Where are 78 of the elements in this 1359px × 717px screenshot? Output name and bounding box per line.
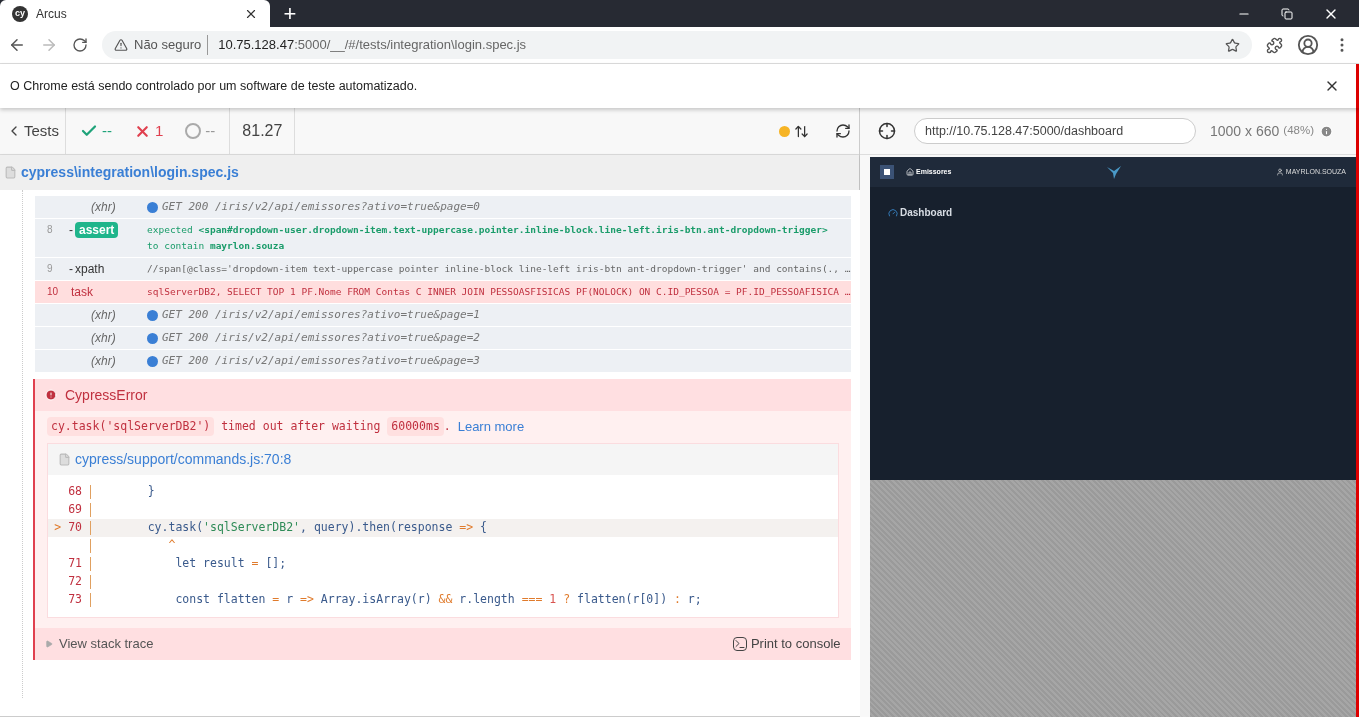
extensions-icon[interactable] bbox=[1266, 36, 1283, 54]
command-name: (xhr) bbox=[90, 199, 116, 215]
command-name: (xhr) bbox=[90, 307, 116, 323]
failed-count: 1 bbox=[134, 119, 164, 143]
page-title: Dashboard bbox=[900, 206, 953, 220]
spec-path[interactable]: cypress\integration\login.spec.js bbox=[21, 162, 239, 183]
line-number: 72 bbox=[67, 572, 83, 590]
code-line: } bbox=[146, 482, 155, 500]
learn-more-link[interactable]: Learn more bbox=[457, 417, 525, 437]
line-number: 9 bbox=[46, 262, 54, 276]
command-name: (xhr) bbox=[90, 330, 116, 346]
passed-count: -- bbox=[80, 119, 112, 143]
viewport-size: 1000 x 660 bbox=[1210, 121, 1280, 141]
inline-code: 60000ms bbox=[387, 417, 444, 437]
dashboard-icon bbox=[888, 207, 898, 218]
error-text: . bbox=[443, 418, 452, 436]
info-icon[interactable] bbox=[1320, 124, 1333, 138]
new-tab-button[interactable]: + bbox=[270, 0, 310, 27]
code-line: ^ bbox=[167, 536, 176, 554]
caret-icon bbox=[45, 639, 53, 648]
command-prefix: - bbox=[69, 261, 73, 277]
file-icon bbox=[4, 166, 17, 179]
pending-count: -- bbox=[185, 119, 216, 143]
bookmark-star-icon[interactable] bbox=[1225, 37, 1240, 53]
terminal-icon bbox=[732, 636, 747, 651]
security-label: Não seguro bbox=[134, 35, 209, 55]
print-to-console-button[interactable]: Print to console bbox=[732, 633, 841, 654]
selector-playground-icon[interactable] bbox=[878, 122, 896, 140]
app-menu-icon[interactable] bbox=[880, 165, 894, 179]
command-name: task bbox=[71, 284, 93, 300]
line-number: 68 bbox=[67, 482, 83, 500]
browser-tab[interactable]: cy Arcus bbox=[0, 0, 270, 27]
code-line: let result = []; bbox=[174, 554, 287, 572]
restore-icon[interactable] bbox=[1281, 7, 1293, 20]
aut-url-field: http://10.75.128.47:5000/dashboard bbox=[914, 118, 1196, 144]
file-icon bbox=[58, 452, 71, 466]
command-message: sqlServerDB2, SELECT TOP 1 PF.Nome FROM Contas C INNER JOIN PESSOASFISICAS PF(NOLOCK) ON C.ID_PESSOA = PF.ID_PESSOAFISICA … bbox=[147, 285, 851, 299]
error-icon bbox=[45, 389, 57, 401]
command-message: //span[@class='dropdown-item text-uppercase pointer inline-block line-left iris-btn ant-dropdown-trigger' and contains(., … bbox=[147, 262, 851, 276]
line-number: > 70 bbox=[53, 518, 83, 536]
tab-title: Arcus bbox=[36, 5, 68, 23]
reload-icon[interactable] bbox=[72, 37, 88, 53]
error-text: timed out after waiting bbox=[220, 418, 382, 436]
home-icon bbox=[906, 168, 914, 176]
duration: 81.27 bbox=[230, 108, 296, 154]
auto-scroll-icon[interactable] bbox=[794, 123, 809, 139]
code-line: cy.task('sqlServerDB2', query).then(response => { bbox=[146, 518, 487, 536]
infobar-message: O Chrome está sendo controlado por um software de teste automatizado. bbox=[10, 77, 418, 95]
line-number: 10 bbox=[46, 285, 60, 299]
url-text: 10.75.128.47:5000/__/#/tests/integration\login.spec.js bbox=[217, 36, 527, 55]
profile-icon[interactable] bbox=[1297, 34, 1319, 56]
command-message: to contain mayrlon.souza bbox=[147, 239, 285, 253]
tests-back-button[interactable]: Tests bbox=[0, 108, 66, 154]
command-name: xpath bbox=[75, 261, 105, 277]
inline-code: cy.task('sqlServerDB2') bbox=[47, 417, 215, 437]
user-icon bbox=[1275, 168, 1284, 176]
viewport-scale: (48%) bbox=[1283, 123, 1314, 139]
command-prefix: - bbox=[69, 222, 73, 238]
command-message: GET 200 /iris/v2/api/emissores?ativo=true&page=1 bbox=[162, 307, 480, 323]
command-name: (xhr) bbox=[90, 353, 116, 369]
line-number: 73 bbox=[67, 590, 83, 608]
command-message: GET 200 /iris/v2/api/emissores?ativo=true&page=3 bbox=[162, 353, 480, 369]
line-number: 8 bbox=[46, 223, 54, 237]
line-number: 71 bbox=[67, 554, 83, 572]
line-number: 69 bbox=[67, 500, 83, 518]
tab-logo: cy bbox=[12, 5, 28, 22]
command-message: expected <span#dropdown-user.dropdown-item.text-uppercase.pointer.inline-block.line-left.iris-btn.ant-dropdown-trigger> bbox=[147, 223, 828, 237]
error-title: CypressError bbox=[65, 385, 148, 405]
command-message: GET 200 /iris/v2/api/emissores?ativo=true&page=2 bbox=[162, 330, 480, 346]
warning-icon bbox=[114, 38, 128, 52]
rerun-icon[interactable] bbox=[835, 123, 851, 139]
command-name: assert bbox=[75, 222, 119, 238]
code-line: const flatten = r => Array.isArray(r) && r.length === 1 ? flatten(r[0]) : r; bbox=[174, 590, 702, 608]
back-icon[interactable] bbox=[8, 36, 26, 54]
view-stack-trace-toggle[interactable]: View stack trace bbox=[45, 633, 154, 654]
command-message: GET 200 /iris/v2/api/emissores?ativo=true&page=0 bbox=[162, 199, 480, 215]
address-bar[interactable]: Não seguro 10.75.128.47:5000/__/#/tests/integration\login.spec.js bbox=[102, 31, 1252, 59]
file-link[interactable]: cypress/support/commands.js:70:8 bbox=[75, 448, 292, 470]
